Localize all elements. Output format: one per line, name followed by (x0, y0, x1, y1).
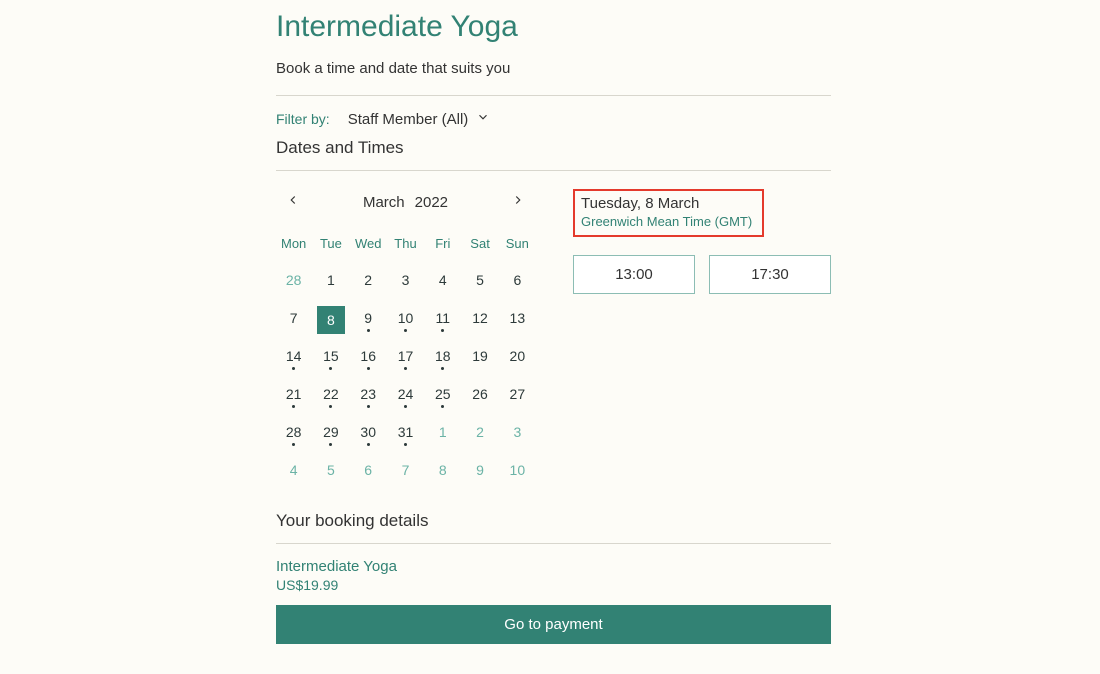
availability-dot-icon (292, 367, 295, 370)
calendar-day[interactable]: 17 (388, 341, 423, 377)
page-subtitle: Book a time and date that suits you (276, 60, 831, 77)
calendar-day[interactable]: 7 (388, 455, 423, 491)
calendar-day[interactable]: 13 (500, 303, 535, 339)
page-title: Intermediate Yoga (276, 10, 831, 44)
availability-dot-icon (292, 405, 295, 408)
availability-dot-icon (441, 367, 444, 370)
calendar-year: 2022 (415, 194, 448, 211)
calendar-day[interactable]: 7 (276, 303, 311, 339)
calendar-day[interactable]: 28 (276, 417, 311, 453)
weekday-label: Sun (500, 230, 535, 263)
time-slot-button[interactable]: 13:00 (573, 255, 695, 294)
calendar-day[interactable]: 5 (462, 265, 497, 301)
filter-select[interactable]: Staff Member (All) (348, 110, 491, 128)
time-slot-button[interactable]: 17:30 (709, 255, 831, 294)
calendar-day[interactable]: 3 (500, 417, 535, 453)
go-to-payment-button[interactable]: Go to payment (276, 605, 831, 644)
calendar-day[interactable]: 2 (462, 417, 497, 453)
divider (276, 543, 831, 544)
calendar-day[interactable]: 10 (388, 303, 423, 339)
availability-dot-icon (329, 443, 332, 446)
calendar-day[interactable]: 5 (313, 455, 348, 491)
calendar-month: March (363, 194, 405, 211)
calendar-day[interactable]: 1 (313, 265, 348, 301)
calendar-day[interactable]: 29 (313, 417, 348, 453)
availability-dot-icon (367, 367, 370, 370)
calendar-day[interactable]: 4 (425, 265, 460, 301)
availability-dot-icon (404, 329, 407, 332)
availability-dot-icon (441, 329, 444, 332)
availability-dot-icon (329, 405, 332, 408)
calendar-day[interactable]: 8 (313, 303, 348, 339)
dates-heading: Dates and Times (276, 138, 831, 158)
calendar-day[interactable]: 21 (276, 379, 311, 415)
calendar-day[interactable]: 30 (351, 417, 386, 453)
prev-month-button[interactable] (282, 189, 304, 216)
calendar-day[interactable]: 31 (388, 417, 423, 453)
calendar-day[interactable]: 3 (388, 265, 423, 301)
calendar-day[interactable]: 28 (276, 265, 311, 301)
calendar-day[interactable]: 4 (276, 455, 311, 491)
booking-item-price: US$19.99 (276, 577, 831, 593)
calendar-day[interactable]: 1 (425, 417, 460, 453)
calendar-day[interactable]: 12 (462, 303, 497, 339)
booking-item-name: Intermediate Yoga (276, 558, 831, 575)
selected-date-highlight: Tuesday, 8 March Greenwich Mean Time (GM… (573, 189, 764, 237)
availability-dot-icon (292, 443, 295, 446)
booking-heading: Your booking details (276, 511, 831, 531)
weekday-label: Thu (388, 230, 423, 263)
next-month-button[interactable] (507, 189, 529, 216)
availability-dot-icon (404, 367, 407, 370)
weekday-label: Sat (462, 230, 497, 263)
calendar-day[interactable]: 20 (500, 341, 535, 377)
calendar-day[interactable]: 15 (313, 341, 348, 377)
calendar-day[interactable]: 24 (388, 379, 423, 415)
selected-date-label: Tuesday, 8 March (581, 195, 752, 212)
availability-dot-icon (404, 405, 407, 408)
calendar-day[interactable]: 9 (462, 455, 497, 491)
calendar-day[interactable]: 2 (351, 265, 386, 301)
calendar-day[interactable]: 10 (500, 455, 535, 491)
weekday-label: Wed (351, 230, 386, 263)
calendar-day[interactable]: 19 (462, 341, 497, 377)
availability-dot-icon (441, 405, 444, 408)
calendar: March 2022 MonTueWedThuFriSatSun28123456… (276, 189, 535, 491)
filter-label: Filter by: (276, 111, 330, 127)
calendar-day[interactable]: 9 (351, 303, 386, 339)
chevron-down-icon (476, 110, 490, 128)
availability-dot-icon (367, 405, 370, 408)
weekday-label: Fri (425, 230, 460, 263)
calendar-day[interactable]: 23 (351, 379, 386, 415)
calendar-day[interactable]: 26 (462, 379, 497, 415)
calendar-day[interactable]: 25 (425, 379, 460, 415)
calendar-day[interactable]: 6 (500, 265, 535, 301)
timezone-label: Greenwich Mean Time (GMT) (581, 214, 752, 229)
availability-dot-icon (329, 367, 332, 370)
availability-dot-icon (404, 443, 407, 446)
calendar-day[interactable]: 11 (425, 303, 460, 339)
availability-dot-icon (367, 329, 370, 332)
filter-value: Staff Member (All) (348, 111, 469, 128)
weekday-label: Tue (313, 230, 348, 263)
calendar-day[interactable]: 16 (351, 341, 386, 377)
calendar-day[interactable]: 22 (313, 379, 348, 415)
calendar-day[interactable]: 8 (425, 455, 460, 491)
calendar-day[interactable]: 18 (425, 341, 460, 377)
calendar-day[interactable]: 6 (351, 455, 386, 491)
weekday-label: Mon (276, 230, 311, 263)
availability-dot-icon (367, 443, 370, 446)
calendar-day[interactable]: 14 (276, 341, 311, 377)
calendar-day[interactable]: 27 (500, 379, 535, 415)
